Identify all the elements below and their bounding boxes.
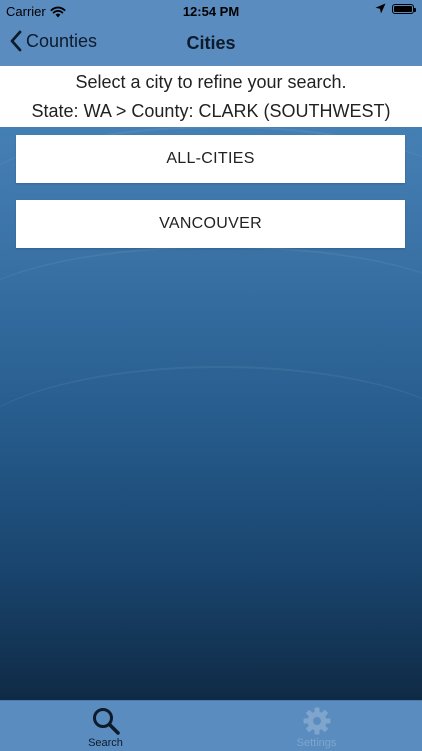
navigation-bar: Counties Cities (0, 22, 422, 66)
chevron-left-icon (10, 30, 22, 52)
instruction-panel: Select a city to refine your search. Sta… (0, 66, 422, 127)
back-button-label: Counties (26, 30, 98, 51)
back-button[interactable]: Counties (10, 30, 97, 52)
tab-settings[interactable]: Settings (211, 701, 422, 751)
city-button-vancouver[interactable]: VANCOUVER (16, 200, 405, 248)
status-time: 12:54 PM (182, 4, 240, 19)
battery-icon (392, 3, 416, 14)
background-wave (0, 366, 422, 538)
status-bar: Carrier 12:54 PM (0, 0, 422, 22)
tab-bar: Search Settings (0, 700, 422, 751)
search-icon (92, 708, 120, 735)
city-button-all-cities[interactable]: ALL-CITIES (16, 135, 405, 183)
tab-search-label: Search (88, 737, 123, 749)
tab-search[interactable]: Search (0, 701, 211, 751)
gear-icon (303, 707, 330, 735)
location-breadcrumb: State: WA > County: CLARK (SOUTHWEST) (31, 101, 391, 121)
location-arrow-icon (375, 3, 386, 14)
tab-settings-label: Settings (296, 737, 337, 749)
status-right (375, 3, 416, 14)
city-list-area: Select a city to refine your search. Sta… (0, 66, 422, 700)
instruction-text: Select a city to refine your search. (75, 72, 347, 92)
